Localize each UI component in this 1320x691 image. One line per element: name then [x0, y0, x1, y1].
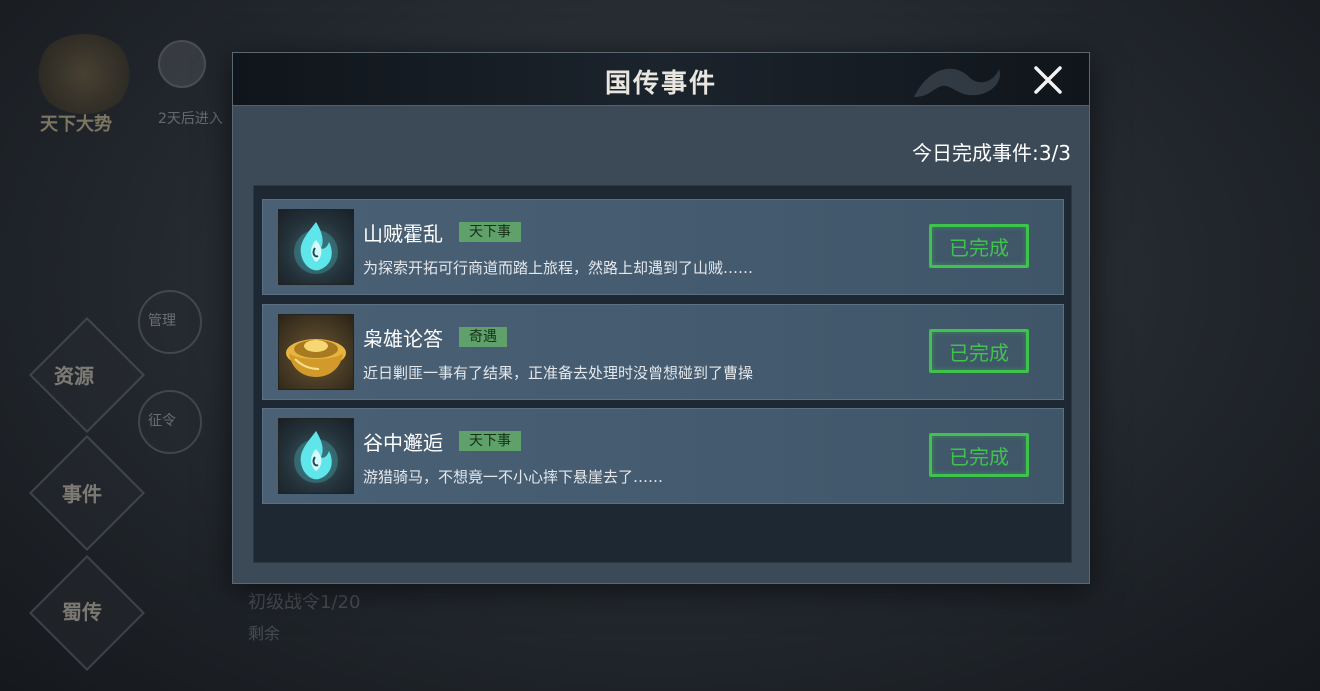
event-menu-label: 事件: [62, 482, 102, 506]
world-trend-emblem-icon: [34, 34, 134, 114]
completed-button[interactable]: 已完成: [929, 329, 1029, 373]
event-description: 游猎骑马，不想竟一不小心摔下悬崖去了……: [363, 468, 664, 486]
completed-value: 3/3: [1038, 141, 1071, 165]
completed-label: 今日完成事件:: [912, 141, 1039, 165]
avatar: [158, 40, 206, 88]
close-icon: [1034, 66, 1062, 94]
blue-flame-icon: [278, 418, 354, 494]
daily-completed-counter: 今日完成事件:3/3: [912, 137, 1071, 166]
event-row[interactable]: 谷中邂逅 天下事 游猎骑马，不想竟一不小心摔下悬崖去了…… 已完成: [262, 408, 1064, 504]
event-description: 近日剿匪一事有了结果，正准备去处理时没曾想碰到了曹操: [363, 364, 754, 382]
dialog-title: 国传事件: [604, 69, 717, 99]
event-tag: 天下事: [459, 222, 521, 242]
levy-label: 征令: [148, 413, 176, 429]
event-list: 山贼霍乱 天下事 为探索开拓可行商道而踏上旅程，然路上却遇到了山贼…… 已完成 …: [253, 185, 1072, 563]
event-tag: 奇遇: [459, 327, 507, 347]
shu-menu-label: 蜀传: [62, 600, 102, 624]
event-title: 枭雄论答: [363, 327, 443, 351]
completed-button[interactable]: 已完成: [929, 224, 1029, 268]
event-tag: 天下事: [459, 431, 521, 451]
manage-label: 管理: [148, 313, 176, 329]
battle-pass-text: 初级战令1/20: [248, 592, 361, 613]
resource-menu-label: 资源: [54, 364, 94, 388]
event-title: 山贼霍乱: [363, 222, 443, 246]
close-button[interactable]: [1029, 61, 1067, 99]
dialog-header: 国传事件: [233, 53, 1089, 106]
event-row[interactable]: 山贼霍乱 天下事 为探索开拓可行商道而踏上旅程，然路上却遇到了山贼…… 已完成: [262, 199, 1064, 295]
remaining-text: 剩余: [248, 624, 281, 643]
event-title: 谷中邂逅: [363, 431, 443, 455]
event-description: 为探索开拓可行商道而踏上旅程，然路上却遇到了山贼……: [363, 259, 754, 277]
national-events-dialog: 国传事件 今日完成事件:3/3 山贼霍乱 天下事 为探索开拓可行商道而踏上旅程，…: [232, 52, 1090, 584]
world-trend-label: 天下大势: [40, 114, 112, 135]
countdown-text: 2天后进入: [158, 111, 223, 127]
completed-button[interactable]: 已完成: [929, 433, 1029, 477]
event-row[interactable]: 枭雄论答 奇遇 近日剿匪一事有了结果，正准备去处理时没曾想碰到了曹操 已完成: [262, 304, 1064, 400]
gold-ingot-icon: [278, 314, 354, 390]
blue-flame-icon: [278, 209, 354, 285]
